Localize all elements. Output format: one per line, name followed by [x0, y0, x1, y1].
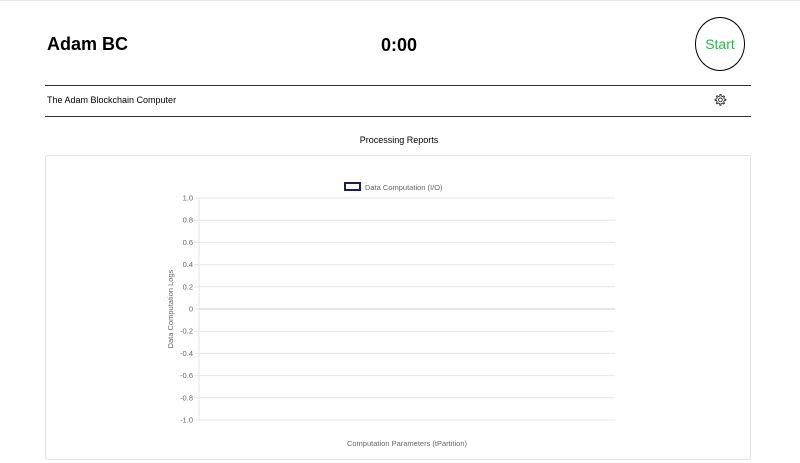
chart-card: Data Computation (I/O) 1.0 0.8 0.6 0.4 0.2 0 -0…: [45, 155, 751, 460]
y-tick-label: -0.4: [180, 349, 193, 358]
legend-label: Data Computation (I/O): [365, 183, 443, 192]
gear-icon-svg: [714, 93, 727, 106]
y-tick-label: 1.0: [183, 194, 193, 203]
app-title: Adam BC: [47, 34, 129, 54]
x-axis-label: Computation Parameters (tPartition): [347, 439, 468, 448]
legend-swatch: [344, 182, 361, 191]
line-chart: Data Computation (I/O) 1.0 0.8 0.6 0.4 0.2 0 -0…: [166, 182, 615, 448]
gear-icon[interactable]: [713, 93, 727, 107]
app-page: Adam BC 0:00 Start The Adam Blockchain C…: [0, 0, 800, 463]
section-title: Processing Reports: [359, 135, 439, 145]
y-tick-label: 0.2: [183, 282, 193, 291]
timer-display: 0:00: [381, 35, 418, 55]
y-axis-label: Data Computation Logs: [166, 269, 175, 348]
subheader-bar: The Adam Blockchain Computer: [45, 85, 751, 117]
y-tick-label: 0.6: [183, 238, 193, 247]
y-tick-label: 0: [189, 305, 193, 314]
y-tick-label: 0.8: [183, 216, 193, 225]
y-tick-label: -0.8: [180, 393, 193, 402]
start-button[interactable]: Start: [695, 17, 745, 71]
y-tick-label: -0.2: [180, 327, 193, 336]
y-tick-label: 0.4: [183, 260, 193, 269]
y-tick-label: -0.6: [180, 371, 193, 380]
y-tick-label: -1.0: [180, 416, 193, 425]
app-subtitle: The Adam Blockchain Computer: [47, 95, 177, 105]
